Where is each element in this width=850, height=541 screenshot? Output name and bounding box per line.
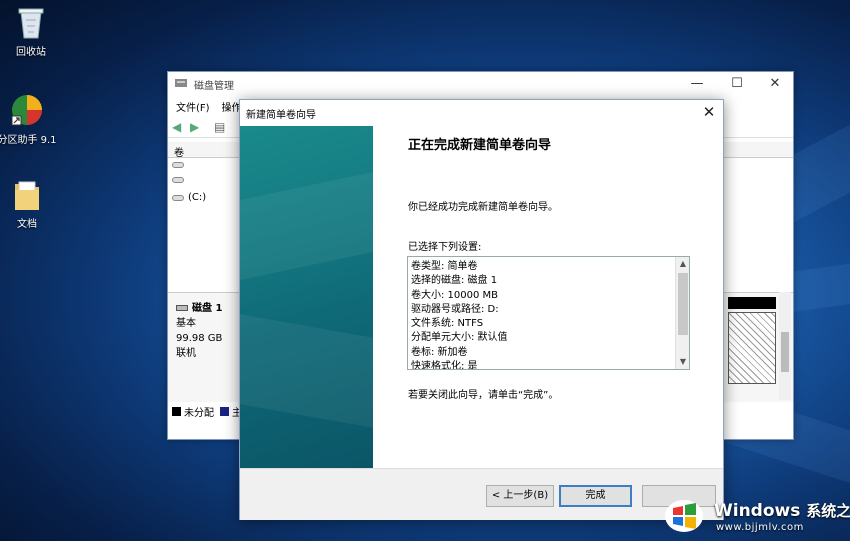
list-item: 分配单元大小: 默认值	[411, 332, 508, 344]
disk-icon	[176, 305, 188, 311]
desktop-icon-partition-assistant[interactable]: 分区助手 9.1	[0, 92, 58, 146]
scroll-up-arrow-icon[interactable]: ▲	[676, 257, 689, 271]
scroll-thumb[interactable]	[678, 273, 688, 335]
view-icon[interactable]: ▤	[214, 120, 225, 134]
wizard-title-bar[interactable]: 新建简单卷向导 ✕	[240, 100, 723, 126]
windows-logo-icon	[665, 500, 703, 532]
desktop-icon-documents[interactable]: 文档	[0, 178, 58, 230]
list-item: 文件系统: NTFS	[411, 318, 484, 330]
desktop-icon-label: 回收站	[16, 47, 46, 58]
settings-scrollbar[interactable]: ▲ ▼	[675, 257, 689, 369]
forward-arrow-icon[interactable]: ▶	[190, 120, 199, 134]
volume-row[interactable]: (C:)	[172, 192, 206, 203]
minimize-button[interactable]: —	[678, 72, 716, 96]
wizard-title: 新建简单卷向导	[246, 110, 316, 121]
desktop-icon-label: 文档	[17, 219, 37, 230]
list-item: 快速格式化: 是	[411, 361, 478, 370]
drive-icon	[172, 177, 184, 183]
wizard-footer: < 上一步(B) 完成	[240, 468, 723, 520]
drive-icon	[172, 162, 184, 168]
disk-management-icon	[175, 79, 187, 87]
legend: 未分配 主	[172, 404, 242, 419]
list-item: 选择的磁盘: 磁盘 1	[411, 275, 498, 287]
recycle-bin-icon	[18, 8, 44, 39]
disk-size: 99.98 GB	[176, 333, 223, 344]
disk-info[interactable]: 磁盘 1 基本 99.98 GB 联机	[176, 301, 222, 361]
list-item: 驱动器号或路径: D:	[411, 303, 499, 315]
wizard-close-button[interactable]: ✕	[699, 102, 719, 122]
volume-row[interactable]	[172, 162, 188, 168]
legend-swatch-primary	[220, 407, 229, 416]
unallocated-bar	[728, 297, 776, 309]
settings-label: 已选择下列设置:	[408, 242, 482, 253]
legend-swatch-unallocated	[172, 407, 181, 416]
wizard-intro-text: 你已经成功完成新建简单卷向导。	[408, 202, 558, 213]
disk-type: 基本	[176, 318, 196, 329]
disk-status: 联机	[176, 348, 196, 359]
finish-button[interactable]: 完成	[559, 485, 632, 507]
unallocated-region[interactable]	[728, 312, 776, 384]
watermark-url: www.bjjmlv.com	[716, 522, 804, 533]
disk-name: 磁盘 1	[176, 301, 222, 316]
back-arrow-icon[interactable]: ◀	[172, 120, 181, 134]
settings-list[interactable]: 卷类型: 简单卷 选择的磁盘: 磁盘 1 卷大小: 10000 MB 驱动器号或…	[407, 256, 690, 370]
watermark: Windows 系统之家 www.bjjmlv.com	[654, 486, 850, 541]
disk-map-scrollbar[interactable]	[779, 292, 791, 400]
desktop-icon-label: 分区助手 9.1	[0, 135, 57, 146]
new-simple-volume-wizard: 新建简单卷向导 ✕ 正在完成新建简单卷向导 你已经成功完成新建简单卷向导。 已选…	[239, 99, 724, 520]
close-hint-text: 若要关闭此向导，请单击“完成”。	[408, 390, 559, 401]
maximize-button[interactable]: ☐	[718, 72, 756, 96]
watermark-brand: Windows 系统之家	[714, 501, 850, 521]
list-item: 卷大小: 10000 MB	[411, 289, 499, 301]
volume-row[interactable]	[172, 177, 188, 183]
scroll-down-arrow-icon[interactable]: ▼	[676, 355, 689, 369]
folder-icon	[15, 181, 39, 210]
back-button[interactable]: < 上一步(B)	[486, 485, 554, 507]
partition-assistant-icon	[11, 95, 42, 126]
menu-file[interactable]: 文件(F)	[176, 99, 210, 114]
wizard-heading: 正在完成新建简单卷向导	[408, 138, 552, 153]
drive-icon	[172, 194, 184, 201]
list-item: 卷标: 新加卷	[411, 346, 468, 358]
wizard-side-banner	[240, 126, 373, 468]
desktop-icon-recycle-bin[interactable]: 回收站	[0, 4, 62, 58]
close-button[interactable]: ✕	[756, 72, 794, 96]
list-item: 卷类型: 简单卷	[411, 261, 478, 272]
window-title: 磁盘管理	[194, 80, 234, 92]
